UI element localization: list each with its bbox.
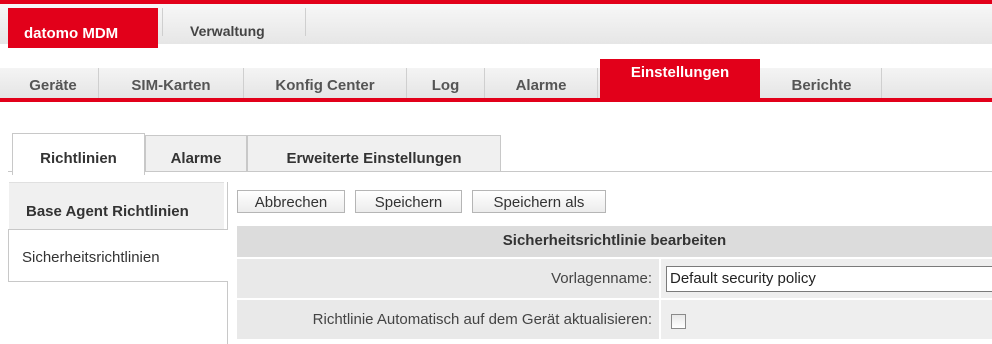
tab-richtlinien[interactable]: Richtlinien [12,133,145,175]
sidebar-divider-lower [227,282,228,344]
tab-verwaltung[interactable]: Verwaltung [162,8,306,39]
tab-erweiterte-einstellungen[interactable]: Erweiterte Einstellungen [247,135,501,171]
save-as-button[interactable]: Speichern als [472,190,606,213]
sidebar-divider [227,182,228,229]
subtab-baseline [8,171,992,172]
save-button[interactable]: Speichern [355,190,462,213]
sidebar-item-base-agent[interactable]: Base Agent Richtlinien [9,182,224,229]
menu-item-geraete[interactable]: Geräte [8,68,99,98]
template-name-label: Vorlagenname: [551,270,652,287]
auto-update-label: Richtlinie Automatisch auf dem Gerät akt… [312,311,652,328]
top-bar: datomo MDM Verwaltung [0,4,992,48]
menu-item-sim-karten[interactable]: SIM-Karten [99,68,244,98]
menu-item-einstellungen[interactable]: Einstellungen [600,59,760,98]
main-menu: Geräte SIM-Karten Konfig Center Log Alar… [0,59,992,102]
row-value-cell [661,300,992,339]
menu-item-alarme[interactable]: Alarme [485,68,598,98]
form-title: Sicherheitsrichtlinie bearbeiten [237,226,992,257]
menu-item-log[interactable]: Log [407,68,485,98]
cancel-button[interactable]: Abbrechen [237,190,345,213]
brand-tab[interactable]: datomo MDM [8,8,158,48]
menu-item-konfig-center[interactable]: Konfig Center [244,68,407,98]
auto-update-checkbox[interactable] [671,314,686,329]
template-name-row: Vorlagenname: Default security policy [237,259,992,298]
sidebar-item-sicherheitsrichtlinien[interactable]: Sicherheitsrichtlinien [8,229,228,282]
menu-item-berichte[interactable]: Berichte [762,68,882,98]
auto-update-row: Richtlinie Automatisch auf dem Gerät akt… [237,300,992,339]
tab-alarme[interactable]: Alarme [145,135,247,171]
template-name-input[interactable]: Default security policy [666,266,992,292]
